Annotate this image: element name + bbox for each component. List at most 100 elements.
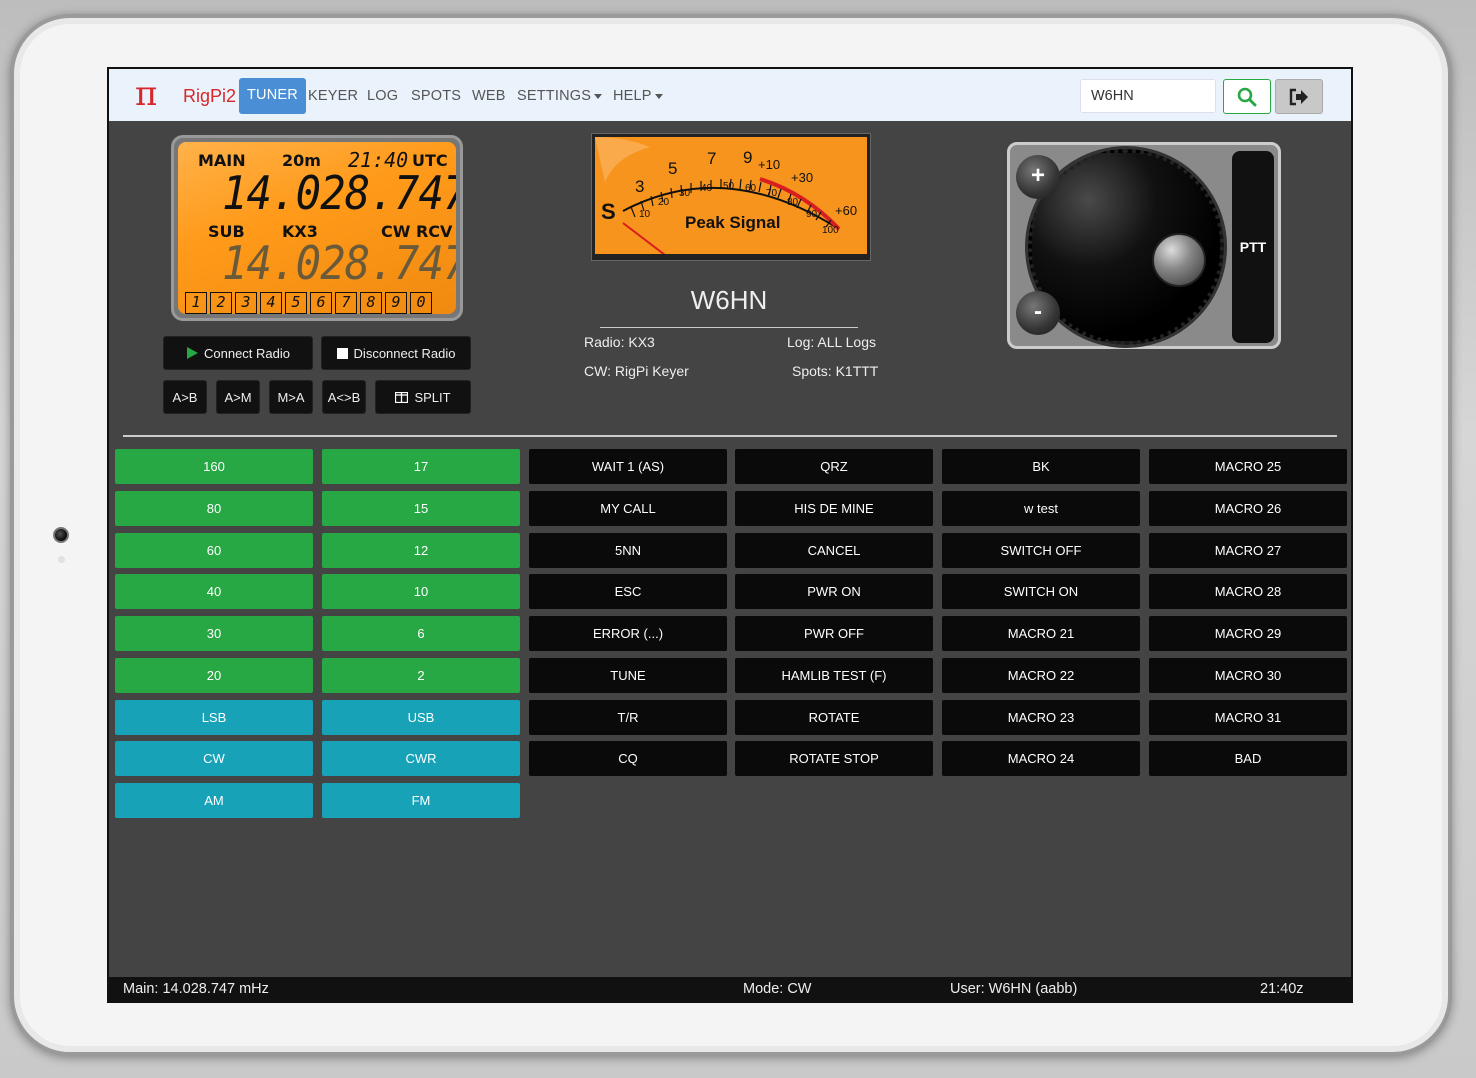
mode-button-cw[interactable]: CW xyxy=(115,741,313,776)
s-meter-scale-label: 70 xyxy=(766,188,778,199)
s-meter-scale-label: 5 xyxy=(668,159,678,178)
nav-settings[interactable]: SETTINGS xyxy=(517,88,603,104)
macro-button[interactable]: MACRO 24 xyxy=(942,741,1140,776)
s-meter-scale-label: 7 xyxy=(707,149,717,168)
macro-button[interactable]: MACRO 22 xyxy=(942,658,1140,693)
band-button-15[interactable]: 15 xyxy=(322,491,520,526)
s-meter-scale-label: +60 xyxy=(835,203,858,218)
connect-radio-button[interactable]: Connect Radio xyxy=(163,336,313,370)
band-button-20[interactable]: 20 xyxy=(115,658,313,693)
macro-button[interactable]: SWITCH ON xyxy=(942,574,1140,609)
macro-button[interactable]: MY CALL xyxy=(529,491,727,526)
search-button[interactable] xyxy=(1223,79,1271,114)
macro-button[interactable]: PWR ON xyxy=(735,574,933,609)
macro-button[interactable]: MACRO 29 xyxy=(1149,616,1347,651)
status-user: User: W6HN (aabb) xyxy=(950,981,1078,997)
station-callsign: W6HN xyxy=(690,285,768,315)
macro-button[interactable]: MACRO 31 xyxy=(1149,700,1347,735)
a-swap-b-button[interactable]: A<>B xyxy=(322,380,366,414)
a-swap-b-label: A<>B xyxy=(327,389,361,405)
knob-finger-dimple xyxy=(1152,233,1206,287)
ptt-button[interactable]: PTT xyxy=(1232,151,1274,343)
macro-button[interactable]: ESC xyxy=(529,574,727,609)
a-to-m-button[interactable]: A>M xyxy=(216,380,260,414)
band-button-40[interactable]: 40 xyxy=(115,574,313,609)
macro-button[interactable]: PWR OFF xyxy=(735,616,933,651)
mode-button-usb[interactable]: USB xyxy=(322,700,520,735)
s-meter-scale-label: +30 xyxy=(791,170,814,185)
macro-button[interactable]: BK xyxy=(942,449,1140,484)
nav-keyer[interactable]: KEYER xyxy=(308,88,358,104)
macro-button[interactable]: w test xyxy=(942,491,1140,526)
lcd-memory-digit: 4 xyxy=(260,292,282,314)
camera-lens xyxy=(53,527,69,543)
s-meter-scale-label: 10 xyxy=(639,209,651,220)
mode-button-lsb[interactable]: LSB xyxy=(115,700,313,735)
macro-button[interactable]: QRZ xyxy=(735,449,933,484)
band-button-160[interactable]: 160 xyxy=(115,449,313,484)
tune-down-button[interactable]: - xyxy=(1016,291,1060,335)
tune-up-button[interactable]: + xyxy=(1016,155,1060,199)
radio-lcd-frame: MAIN 20m 21:40 UTC 14.028.747 SUB KX3 CW… xyxy=(171,135,463,321)
s-meter-scale-label: 60 xyxy=(745,183,757,194)
lcd-memory-digit: 0 xyxy=(410,292,432,314)
macro-button[interactable]: MACRO 27 xyxy=(1149,533,1347,568)
nav-log[interactable]: LOG xyxy=(367,88,398,104)
nav-spots[interactable]: SPOTS xyxy=(411,88,461,104)
disconnect-radio-button[interactable]: Disconnect Radio xyxy=(321,336,471,370)
lcd-sub-frequency: 14.028.747 xyxy=(222,236,456,290)
mode-button-am[interactable]: AM xyxy=(115,783,313,818)
band-button-2[interactable]: 2 xyxy=(322,658,520,693)
callsign-divider xyxy=(600,327,858,328)
macro-button[interactable]: MACRO 25 xyxy=(1149,449,1347,484)
lcd-memory-digit: 6 xyxy=(310,292,332,314)
nav-help[interactable]: HELP xyxy=(613,88,663,104)
macro-button[interactable]: BAD xyxy=(1149,741,1347,776)
chevron-down-icon xyxy=(594,93,603,99)
macro-button[interactable]: HAMLIB TEST (F) xyxy=(735,658,933,693)
brand-name[interactable]: RigPi2 xyxy=(183,86,236,107)
mode-button-cwr[interactable]: CWR xyxy=(322,741,520,776)
lcd-memory-digit: 9 xyxy=(385,292,407,314)
mode-button-fm[interactable]: FM xyxy=(322,783,520,818)
lcd-memory-digit: 3 xyxy=(235,292,257,314)
band-button-10[interactable]: 10 xyxy=(322,574,520,609)
split-button[interactable]: SPLIT xyxy=(375,380,471,414)
band-button-80[interactable]: 80 xyxy=(115,491,313,526)
logout-button[interactable] xyxy=(1275,79,1323,114)
macro-button[interactable]: HIS DE MINE xyxy=(735,491,933,526)
macro-button[interactable]: MACRO 23 xyxy=(942,700,1140,735)
band-button-17[interactable]: 17 xyxy=(322,449,520,484)
macro-button[interactable]: ROTATE xyxy=(735,700,933,735)
band-button-12[interactable]: 12 xyxy=(322,533,520,568)
macro-button[interactable]: WAIT 1 (AS) xyxy=(529,449,727,484)
m-to-a-button[interactable]: M>A xyxy=(269,380,313,414)
macro-button[interactable]: MACRO 21 xyxy=(942,616,1140,651)
s-meter-scale-label: 100 xyxy=(822,225,839,236)
macro-button[interactable]: T/R xyxy=(529,700,727,735)
macro-button[interactable]: TUNE xyxy=(529,658,727,693)
a-to-b-button[interactable]: A>B xyxy=(163,380,207,414)
a-to-b-label: A>B xyxy=(172,389,198,405)
band-button-6[interactable]: 6 xyxy=(322,616,520,651)
callsign-search-input[interactable] xyxy=(1080,79,1216,113)
macro-button[interactable]: CQ xyxy=(529,741,727,776)
macro-button[interactable]: CANCEL xyxy=(735,533,933,568)
macro-button[interactable]: MACRO 30 xyxy=(1149,658,1347,693)
band-button-60[interactable]: 60 xyxy=(115,533,313,568)
disconnect-radio-label: Disconnect Radio xyxy=(353,345,456,361)
s-meter-scale-label: 30 xyxy=(679,188,691,199)
macro-button[interactable]: MACRO 28 xyxy=(1149,574,1347,609)
nav-web[interactable]: WEB xyxy=(472,88,506,104)
macro-button[interactable]: ERROR (...) xyxy=(529,616,727,651)
camera-sensor xyxy=(58,556,65,563)
lcd-memory-digits: 1 2 3 4 5 6 7 8 9 0 xyxy=(185,292,432,314)
pi-logo-icon[interactable]: π xyxy=(135,77,157,111)
split-label: SPLIT xyxy=(414,389,451,405)
band-button-30[interactable]: 30 xyxy=(115,616,313,651)
macro-button[interactable]: 5NN xyxy=(529,533,727,568)
macro-button[interactable]: ROTATE STOP xyxy=(735,741,933,776)
macro-button[interactable]: MACRO 26 xyxy=(1149,491,1347,526)
macro-button[interactable]: SWITCH OFF xyxy=(942,533,1140,568)
nav-tuner[interactable]: TUNER xyxy=(239,78,306,114)
